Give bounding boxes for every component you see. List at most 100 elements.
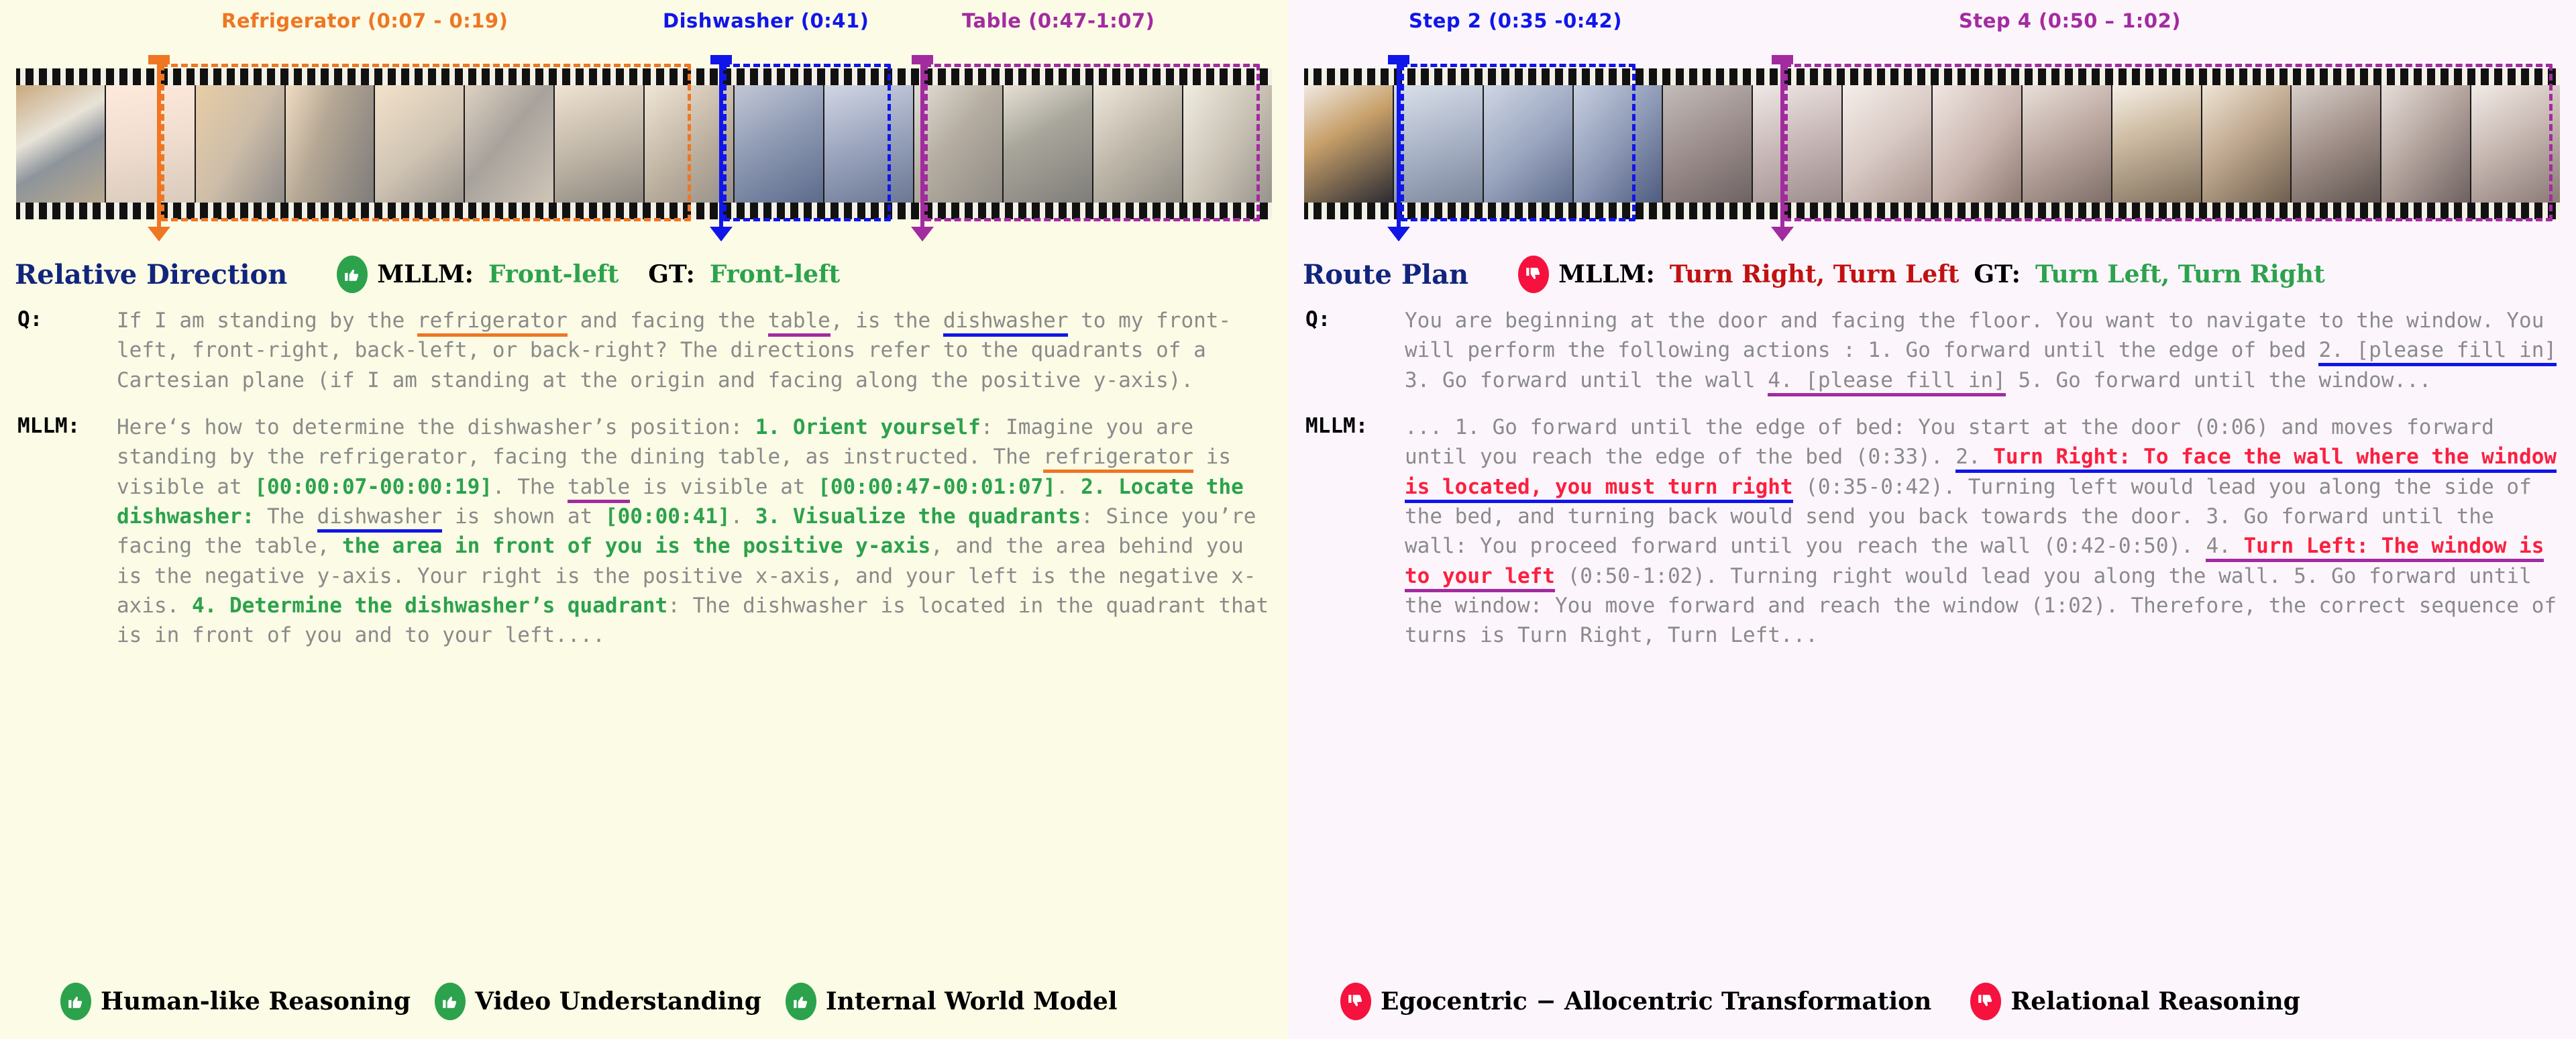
a-step-heading: 1. Orient yourself <box>755 415 981 439</box>
a-text-part: is visible at <box>630 474 818 499</box>
footer-tag-label: Human-like Reasoning <box>101 987 411 1016</box>
segment-box-table[interactable] <box>924 64 1260 221</box>
q-ref-table: table <box>767 309 830 337</box>
right-mllm-value: Turn Right, Turn Left <box>1669 260 1960 288</box>
right-footer-tags: Egocentric − Allocentric Transformation … <box>1288 983 2576 1020</box>
segment-bracket-step4 <box>1772 55 1793 228</box>
thumbs-up-icon <box>785 983 816 1020</box>
q-ref-refrigerator: refrigerator <box>417 309 568 337</box>
q-blank-step2: 2. [please fill in] <box>2318 338 2557 367</box>
question-tag: Q: <box>1305 307 1331 331</box>
right-verdict-text: MLLM: Turn Right, Turn Left GT: Turn Left, … <box>1558 260 2324 288</box>
a-emphasis: the area in front of you is the positive… <box>341 534 931 559</box>
left-answer-text: Here‘s how to determine the dishwasher’s… <box>117 413 1271 651</box>
right-answer-text: ... 1. Go forward until the edge of bed:… <box>1405 413 2559 651</box>
left-answer-row: MLLM: Here‘s how to determine the dishwa… <box>17 413 1271 651</box>
segment-box-step2[interactable] <box>1401 64 1635 221</box>
segment-bracket-table <box>912 55 933 228</box>
right-answer-row: MLLM: ... 1. Go forward until the edge o… <box>1305 413 2559 651</box>
a-timestamp: [00:00:41] <box>604 504 731 529</box>
filmstrip-frame <box>1304 85 1394 203</box>
segment-label-step2: Step 2 (0:35 -0:42) <box>1409 9 1622 32</box>
thumbs-down-icon <box>1518 256 1550 293</box>
right-gt-label: GT: <box>1974 260 2021 288</box>
left-question-text: If I am standing by the refrigerator and… <box>117 306 1271 395</box>
mllm-tag: MLLM: <box>1305 413 1368 438</box>
footer-tag-label: Internal World Model <box>825 987 1118 1016</box>
a-timestamp: [00:00:07-00:00:19] <box>254 474 492 499</box>
a-ref-dishwasher: dishwasher <box>317 504 443 533</box>
thumbs-up-icon <box>60 983 91 1020</box>
a-step-heading: 4. Determine the dishwasher’s quadrant <box>191 593 668 618</box>
left-timeline: Refrigerator (0:07 - 0:19) Dishwasher (0… <box>0 0 1288 248</box>
a-step-heading: 3. Visualize the quadrants <box>755 504 1081 529</box>
right-qa-block: Q: You are beginning at the door and fac… <box>1288 296 2576 651</box>
right-example-panel: Step 2 (0:35 -0:42) Step 4 (0:50 – 1:02) <box>1288 0 2576 1039</box>
a-step-number-4: 4. <box>2206 534 2231 563</box>
segment-marker-step4 <box>1771 227 1794 241</box>
a-timestamp: [00:00:47-00:01:07] <box>818 474 1056 499</box>
left-gt-label: GT: <box>648 260 695 288</box>
left-question-row: Q: If I am standing by the refrigerator … <box>17 306 1271 395</box>
question-tag: Q: <box>17 307 43 331</box>
thumbs-down-icon <box>1340 983 1371 1020</box>
a-text-part: . <box>1055 474 1081 499</box>
segment-label-refrigerator: Refrigerator (0:07 - 0:19) <box>221 9 508 32</box>
segment-label-step4: Step 4 (0:50 – 1:02) <box>1959 9 2182 32</box>
left-gt-value: Front-left <box>709 260 841 288</box>
segment-marker-dishwasher <box>710 227 733 241</box>
q-text-part: and facing the <box>567 309 768 333</box>
segment-bracket-step2 <box>1388 55 1409 228</box>
right-timeline: Step 2 (0:35 -0:42) Step 4 (0:50 – 1:02) <box>1288 0 2576 248</box>
footer-tag: Human-like Reasoning <box>60 983 411 1020</box>
thumbs-up-icon <box>435 983 466 1020</box>
a-text-part: The <box>254 504 317 529</box>
filmstrip-frame <box>16 85 106 203</box>
footer-tag: Relational Reasoning <box>1970 983 2300 1020</box>
segment-label-dishwasher: Dishwasher (0:41) <box>663 9 869 32</box>
left-footer-tags: Human-like Reasoning Video Understanding… <box>0 983 1288 1020</box>
a-text-part: (0:50-1:02). Turning right would lead yo… <box>1405 563 2557 648</box>
right-question-row: Q: You are beginning at the door and fac… <box>1305 306 2559 396</box>
thumbs-up-icon <box>337 256 368 293</box>
q-blank-step4: 4. [please fill in] <box>1768 368 2006 396</box>
left-header-row: Relative Direction MLLM: Front-left GT: Fro… <box>0 248 1288 296</box>
filmstrip-frame <box>1663 85 1754 203</box>
left-qa-block: Q: If I am standing by the refrigerator … <box>0 296 1288 651</box>
footer-tag-label: Relational Reasoning <box>2010 987 2300 1016</box>
q-ref-dishwasher: dishwasher <box>943 309 1069 337</box>
left-category-title: Relative Direction <box>15 258 288 290</box>
figure-root: Refrigerator (0:07 - 0:19) Dishwasher (0… <box>0 0 2576 1039</box>
left-mllm-label: MLLM: <box>377 260 474 288</box>
a-ref-table: table <box>567 474 631 503</box>
a-text-part: is shown at <box>442 504 605 529</box>
left-verdict-text: MLLM: Front-left GT: Front-left <box>377 260 840 288</box>
q-text-part: 5. Go forward until the window... <box>2005 368 2432 392</box>
segment-box-dishwasher[interactable] <box>723 64 891 221</box>
segment-box-refrigerator[interactable] <box>161 64 691 221</box>
right-gt-value: Turn Left, Turn Right <box>2035 260 2325 288</box>
segment-bracket-dishwasher <box>710 55 732 228</box>
a-text-part: . <box>730 504 755 529</box>
right-category-title: Route Plan <box>1303 258 1469 290</box>
mllm-tag: MLLM: <box>17 413 80 438</box>
segment-marker-table <box>911 227 934 241</box>
right-question-text: You are beginning at the door and facing… <box>1405 306 2559 396</box>
right-verdict: MLLM: Turn Right, Turn Left GT: Turn Left, … <box>1518 256 2325 293</box>
right-header-row: Route Plan MLLM: Turn Right, Turn Left GT:… <box>1288 248 2576 296</box>
a-ref-refrigerator: refrigerator <box>1043 445 1194 474</box>
segment-box-step4[interactable] <box>1784 64 2553 221</box>
segment-marker-step2 <box>1387 227 1410 241</box>
segment-bracket-refrigerator <box>148 55 170 228</box>
segment-marker-refrigerator <box>148 227 170 241</box>
footer-tag: Internal World Model <box>785 983 1118 1020</box>
left-verdict: MLLM: Front-left GT: Front-left <box>337 256 840 293</box>
footer-tag-label: Video Understanding <box>475 987 761 1016</box>
footer-tag: Video Understanding <box>435 983 761 1020</box>
thumbs-down-icon <box>1970 983 2002 1020</box>
q-text-part: If I am standing by the <box>117 309 417 333</box>
q-text-part: 3. Go forward until the wall <box>1405 368 1768 392</box>
footer-tag-label: Egocentric − Allocentric Transformation <box>1381 987 1932 1016</box>
a-text-part: Here‘s how to determine the dishwasher’s… <box>117 415 755 439</box>
left-example-panel: Refrigerator (0:07 - 0:19) Dishwasher (0… <box>0 0 1288 1039</box>
